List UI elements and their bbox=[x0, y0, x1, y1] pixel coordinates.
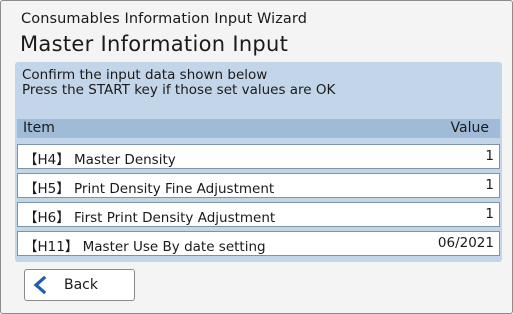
instruction-line-2: Press the START key if those set values … bbox=[22, 82, 336, 98]
row-value: 1 bbox=[485, 206, 494, 222]
row-item-label: 【H4】 Master Density bbox=[24, 152, 176, 168]
chevron-left-icon bbox=[33, 275, 47, 295]
confirmation-panel: Confirm the input data shown below Press… bbox=[15, 62, 502, 262]
column-header-value: Value bbox=[450, 120, 489, 136]
table-row: 【H11】 Master Use By date setting 06/2021 bbox=[17, 231, 500, 256]
row-item-label: 【H6】 First Print Density Adjustment bbox=[24, 210, 276, 226]
row-value: 1 bbox=[485, 177, 494, 193]
row-item-label: 【H11】 Master Use By date setting bbox=[24, 239, 266, 255]
table-row: 【H6】 First Print Density Adjustment 1 bbox=[17, 202, 500, 227]
wizard-window: Consumables Information Input Wizard Mas… bbox=[0, 0, 513, 314]
wizard-name: Consumables Information Input Wizard bbox=[21, 11, 308, 27]
table-row: 【H4】 Master Density 1 bbox=[17, 144, 500, 169]
table-row: 【H5】 Print Density Fine Adjustment 1 bbox=[17, 173, 500, 198]
page-title: Master Information Input bbox=[20, 32, 289, 56]
row-item-label: 【H5】 Print Density Fine Adjustment bbox=[24, 181, 275, 197]
table-header: Item Value bbox=[17, 119, 500, 138]
instruction-line-1: Confirm the input data shown below bbox=[22, 67, 268, 83]
back-button-label: Back bbox=[64, 277, 98, 293]
row-value: 1 bbox=[485, 148, 494, 164]
column-header-item: Item bbox=[23, 120, 55, 136]
row-value: 06/2021 bbox=[437, 235, 494, 251]
back-button[interactable]: Back bbox=[24, 269, 135, 301]
